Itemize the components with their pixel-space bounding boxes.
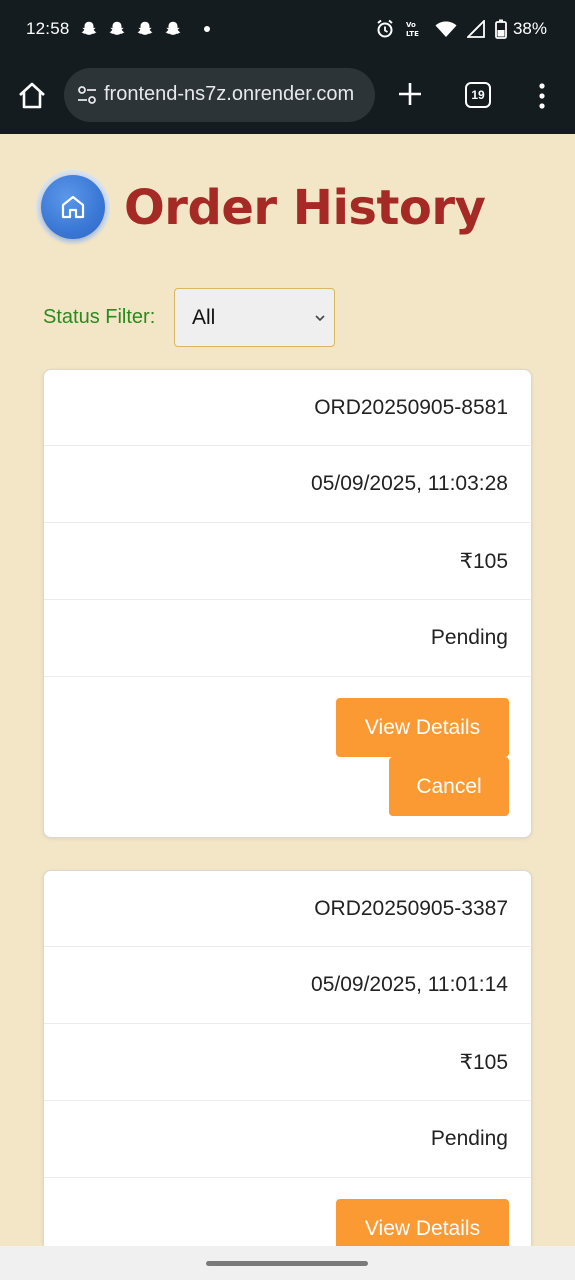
new-tab-icon[interactable] (396, 80, 424, 108)
browser-home-icon[interactable] (16, 80, 48, 112)
view-details-button[interactable]: View Details (336, 1199, 509, 1246)
order-status-row: Pending (44, 600, 531, 677)
home-button[interactable] (36, 170, 110, 244)
order-id: ORD20250905-3387 (314, 896, 508, 920)
order-actions: View Details Cancel (44, 677, 531, 839)
tab-count: 19 (471, 88, 485, 102)
order-amount: ₹105 (459, 549, 508, 573)
view-details-button[interactable]: View Details (336, 698, 509, 757)
order-amount-row: ₹105 (44, 523, 531, 600)
order-amount: ₹105 (459, 1050, 508, 1074)
order-card: ORD20250905-3387 05/09/2025, 11:01:14 ₹1… (43, 870, 532, 1246)
chevron-down-icon (315, 315, 325, 322)
order-status: Pending (430, 1127, 508, 1150)
gesture-handle[interactable] (206, 1261, 368, 1266)
wifi-icon (435, 21, 457, 37)
snapchat-icon (137, 21, 152, 35)
order-actions: View Details (44, 1178, 531, 1246)
snapchat-icon (165, 21, 180, 35)
order-datetime: 05/09/2025, 11:01:14 (311, 973, 508, 996)
status-filter-value: All (192, 305, 216, 329)
order-id-row: ORD20250905-8581 (44, 370, 531, 446)
url-bar[interactable]: frontend-ns7z.onrender.com (64, 68, 375, 122)
status-filter-label: Status Filter: (43, 306, 156, 328)
alarm-icon (377, 19, 393, 38)
svg-text:LTE: LTE (406, 30, 419, 38)
order-status-row: Pending (44, 1101, 531, 1178)
page-title: Order History (124, 180, 486, 236)
snapchat-icon (109, 21, 124, 35)
home-button-inner (41, 175, 105, 239)
svg-text:Vo: Vo (406, 21, 416, 29)
battery-icon (495, 19, 507, 39)
browser-toolbar: frontend-ns7z.onrender.com 19 (0, 58, 575, 134)
snapchat-icon (81, 21, 96, 35)
order-id-row: ORD20250905-3387 (44, 871, 531, 947)
order-card: ORD20250905-8581 05/09/2025, 11:03:28 ₹1… (43, 369, 532, 838)
order-date-row: 05/09/2025, 11:01:14 (44, 947, 531, 1024)
site-settings-icon[interactable] (76, 84, 98, 106)
order-date-row: 05/09/2025, 11:03:28 (44, 446, 531, 523)
page-content: Order History Status Filter: All ORD2025… (0, 134, 575, 1246)
order-amount-row: ₹105 (44, 1024, 531, 1101)
url-text: frontend-ns7z.onrender.com (104, 83, 355, 105)
more-menu-icon[interactable] (534, 82, 550, 110)
status-filter-select[interactable]: All (174, 288, 335, 347)
status-bar: 12:58 Vo LTE 38% (0, 0, 575, 58)
battery-text: 38% (512, 19, 547, 38)
tab-switcher-button[interactable]: 19 (465, 82, 491, 108)
status-time: 12:58 (26, 19, 70, 38)
order-datetime: 05/09/2025, 11:03:28 (311, 472, 508, 495)
signal-icon (466, 20, 485, 38)
cancel-order-button[interactable]: Cancel (389, 757, 509, 816)
navigation-bar (0, 1246, 575, 1280)
order-status: Pending (430, 626, 508, 649)
dot-icon (203, 26, 210, 32)
order-id: ORD20250905-8581 (314, 395, 508, 419)
volte-icon: VoLTE (406, 21, 419, 38)
home-icon (61, 195, 85, 219)
